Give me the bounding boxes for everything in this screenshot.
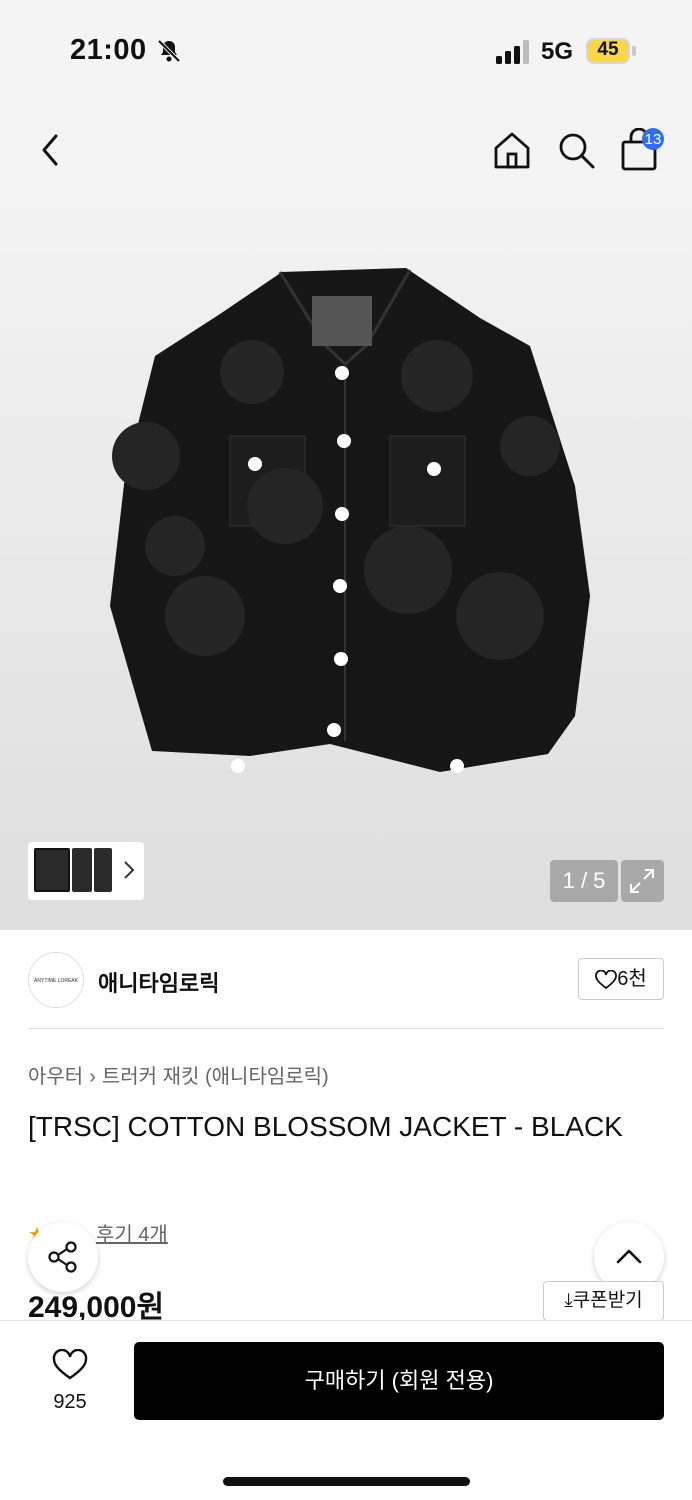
battery-icon: 45 [586,38,636,64]
divider [28,1028,664,1029]
chevron-right-icon: › [89,1066,96,1088]
chevron-up-icon [616,1249,642,1264]
review-link[interactable]: 후기 4개 [96,1224,168,1246]
thumbnail-2[interactable] [72,848,92,892]
coupon-button[interactable]: ⤓쿠폰받기 [543,1281,664,1321]
wishlist-count: 925 [53,1391,87,1413]
status-time: 21:00 [70,34,147,66]
bell-muted-icon [157,39,181,63]
signal-icon [496,40,529,64]
expand-icon [630,869,654,893]
breadcrumb-category[interactable]: 아우터 [28,1066,83,1088]
heart-icon [595,969,618,989]
breadcrumb: 아우터 › 트러커 재킷 (애니타임로릭) [28,1060,329,1089]
home-icon[interactable] [492,130,532,170]
product-title: [TRSC] COTTON BLOSSOM JACKET - BLACK [28,1111,623,1142]
brand-like-button[interactable]: 6천 [578,958,664,1000]
download-icon: ⤓ [564,1290,573,1311]
breadcrumb-subcategory[interactable]: 트러커 재킷 (애니타임로릭) [102,1066,329,1088]
status-bar: 21:00 5G 45 [0,0,692,100]
brand-logo[interactable]: ANYTIME LOREAK [28,952,84,1008]
product-image [110,268,590,773]
home-indicator [223,1477,470,1486]
cart-icon[interactable]: 13 [620,128,668,172]
brand-name[interactable]: 애니타임로릭 [98,966,219,998]
coupon-label: 쿠폰받기 [572,1290,643,1311]
share-icon [48,1241,77,1273]
thumbnail-strip[interactable] [28,842,144,900]
thumbnail-1[interactable] [34,848,70,892]
brand-row[interactable]: ANYTIME LOREAK 애니타임로릭 6천 [28,952,664,1008]
buy-button[interactable]: 구매하기 (회원 전용) [134,1342,664,1420]
expand-button[interactable] [621,860,664,902]
thumbnail-3[interactable] [94,848,112,892]
back-icon[interactable] [36,132,64,168]
cart-count: 13 [645,131,662,148]
top-nav: 13 [0,100,692,196]
bottom-action-bar: 925 구매하기 (회원 전용) [0,1320,692,1500]
image-counter: 1 / 5 [550,860,618,902]
brand-like-count: 6천 [617,968,647,990]
search-icon[interactable] [556,130,596,170]
product-gallery[interactable]: 1 / 5 [0,196,692,930]
wishlist-button[interactable]: 925 [30,1343,110,1423]
battery-level: 45 [597,39,619,60]
heart-icon [52,1349,88,1380]
chevron-right-icon[interactable] [122,859,136,881]
network-label: 5G [541,38,574,65]
